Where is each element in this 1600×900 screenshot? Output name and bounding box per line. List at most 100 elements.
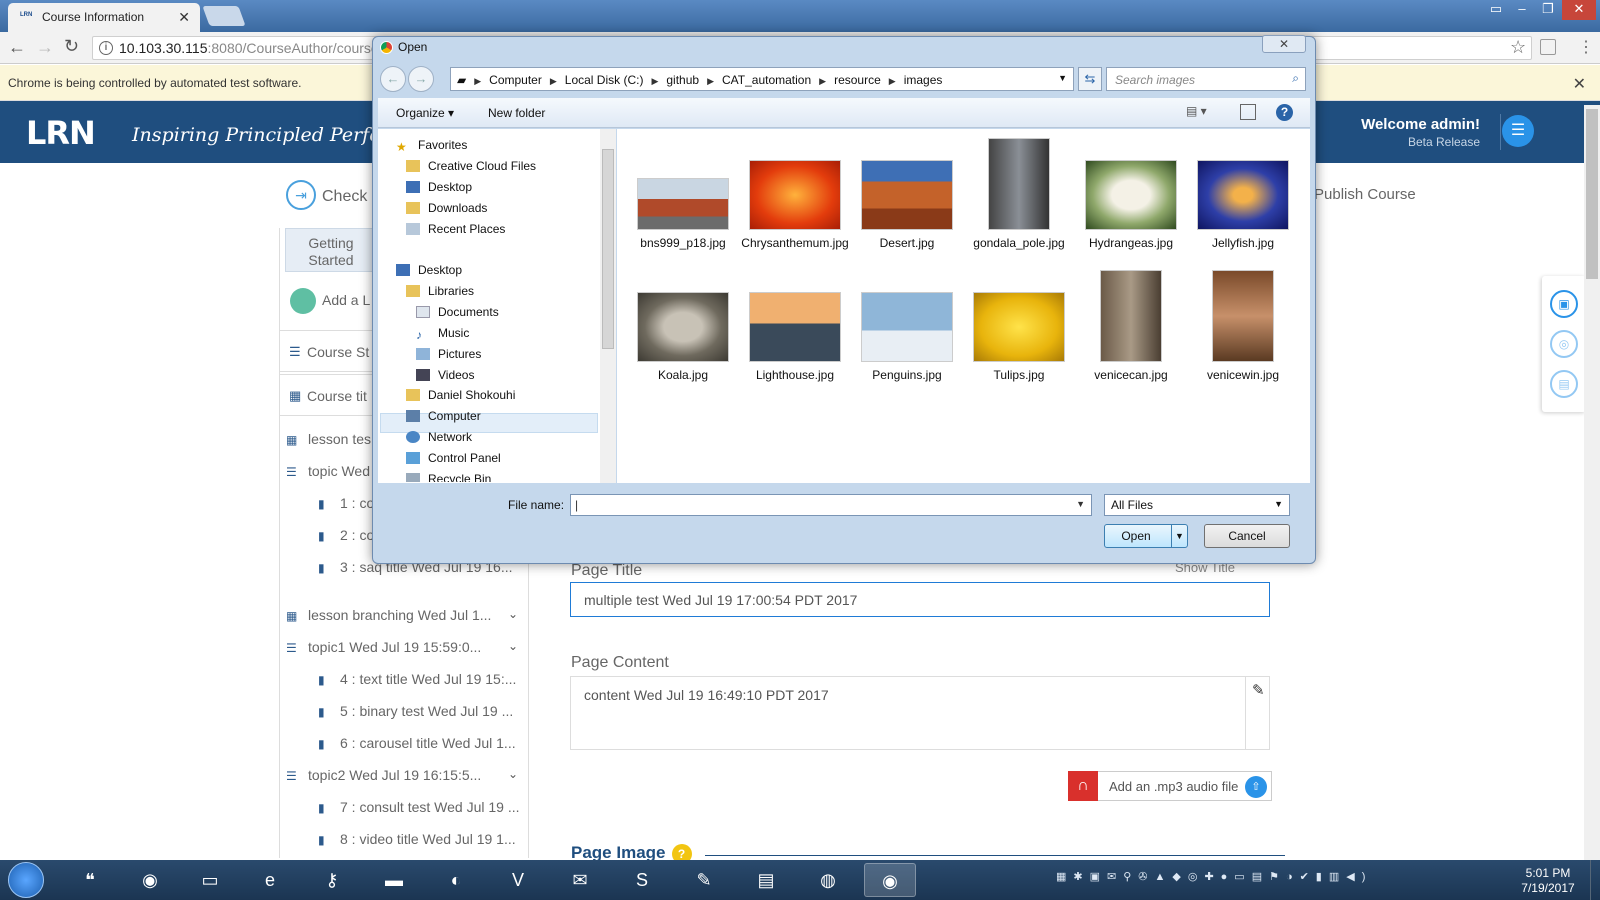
breadcrumb-item[interactable]: Local Disk (C:)	[565, 73, 644, 87]
close-tab-icon[interactable]: ✕	[178, 9, 190, 26]
chevron-down-icon[interactable]: ▼	[1058, 73, 1067, 83]
nav-user-folder[interactable]: Daniel Shokouhi	[406, 388, 515, 408]
nav-favorites[interactable]: ★ Favorites	[396, 138, 467, 158]
close-infobar-icon[interactable]: ✕	[1573, 74, 1586, 94]
sidebar-page-row[interactable]: ▮ 4 : text title Wed Jul 19 15:...	[286, 664, 526, 694]
nav-creative-cloud[interactable]: Creative Cloud Files	[406, 159, 536, 179]
nav-recycle-bin[interactable]: Recycle Bin	[406, 472, 491, 482]
dialog-close-button[interactable]: ✕	[1262, 35, 1306, 53]
file-item[interactable]: Chrysanthemum.jpg	[740, 160, 850, 250]
file-item[interactable]: gondala_pole.jpg	[964, 138, 1074, 250]
nav-recent-places[interactable]: Recent Places	[406, 222, 505, 242]
chart-app-icon[interactable]: ▤	[740, 863, 792, 897]
show-desktop-button[interactable]	[1590, 860, 1600, 900]
check-in-icon[interactable]: ⇥	[286, 180, 316, 210]
page-title-input[interactable]: multiple test Wed Jul 19 17:00:54 PDT 20…	[570, 582, 1270, 617]
getting-started-tab[interactable]: Getting Started	[285, 228, 377, 272]
scrollbar-thumb[interactable]	[1586, 109, 1598, 279]
user-icon[interactable]: ▭	[1482, 0, 1510, 20]
start-button[interactable]	[8, 862, 44, 898]
nav-desktop-fav[interactable]: Desktop	[406, 180, 472, 200]
file-item[interactable]: Hydrangeas.jpg	[1076, 160, 1186, 250]
page-content-box[interactable]: content Wed Jul 19 16:49:10 PDT 2017	[570, 676, 1270, 750]
clock[interactable]: 5:01 PM 7/19/2017	[1510, 866, 1586, 896]
s-app-icon[interactable]: S	[616, 863, 668, 897]
open-button[interactable]: Open ▼	[1104, 524, 1188, 548]
internet-explorer-icon[interactable]: e	[244, 863, 296, 897]
bookmark-star-icon[interactable]: ☆	[1510, 37, 1526, 58]
sidebar-topic-row[interactable]: ☰ topic1 Wed Jul 19 15:59:0... ⌄	[286, 632, 526, 662]
breadcrumb-item[interactable]: github	[666, 73, 699, 87]
notes-icon[interactable]: ✎	[678, 863, 730, 897]
preview-icon[interactable]: ◎	[1550, 330, 1578, 358]
file-item[interactable]: venicewin.jpg	[1188, 270, 1298, 382]
breadcrumb-item[interactable]: resource	[834, 73, 881, 87]
hangouts-icon[interactable]: ❝	[64, 863, 116, 897]
back-arrow-icon[interactable]: ←	[8, 37, 26, 58]
change-view-icon[interactable]: ▤ ▾	[1186, 104, 1207, 118]
eclipse-icon[interactable]: ◍	[802, 863, 854, 897]
chrome-active-icon[interactable]: ◉	[864, 863, 916, 897]
file-type-select[interactable]: All Files ▼	[1104, 494, 1290, 516]
organize-button[interactable]: Organize ▾	[396, 106, 454, 120]
chevron-down-icon[interactable]: ⌄	[508, 767, 518, 781]
dialog-back-icon[interactable]: ←	[380, 66, 406, 92]
dialog-breadcrumb[interactable]: ▰ ▶ Computer ▶ Local Disk (C:) ▶ github ▶ CAT_au…	[450, 67, 1074, 91]
sidebar-page-row[interactable]: ▮ 7 : consult test Wed Jul 19 ...	[286, 792, 526, 822]
file-item[interactable]: Koala.jpg	[628, 292, 738, 382]
system-tray[interactable]: ▦✱▣✉⚲✇▲◆◎✚●▭▤⚑◑✔▮▥◀)	[1056, 870, 1496, 890]
sidebar-page-row[interactable]: ▮ 8 : video title Wed Jul 19 1...	[286, 824, 526, 854]
nav-network[interactable]: Network	[406, 430, 472, 450]
nav-downloads[interactable]: Downloads	[406, 201, 487, 221]
chevron-down-icon[interactable]: ▼	[1076, 499, 1085, 509]
nav-desktop[interactable]: Desktop	[396, 263, 462, 283]
nav-scrollbar[interactable]	[600, 129, 616, 483]
browser-tab[interactable]: LRN Course Information ✕	[8, 3, 200, 32]
file-item[interactable]: Penguins.jpg	[852, 292, 962, 382]
save-icon[interactable]: ▣	[1550, 290, 1578, 318]
reload-icon[interactable]: ↻	[64, 36, 79, 57]
hamburger-menu-icon[interactable]: ☰	[1502, 115, 1534, 147]
chevron-down-icon[interactable]: ⌄	[508, 607, 518, 621]
help-icon[interactable]: ?	[1276, 104, 1293, 121]
explorer-icon[interactable]: ▭	[184, 863, 236, 897]
forward-arrow-icon[interactable]: →	[36, 37, 54, 58]
terminal-icon[interactable]: ▬	[368, 863, 420, 897]
preview-pane-icon[interactable]	[1240, 104, 1256, 120]
export-icon[interactable]: ▤	[1550, 370, 1578, 398]
file-item[interactable]: Lighthouse.jpg	[740, 292, 850, 382]
file-item[interactable]: bns999_p18.jpg	[628, 178, 738, 250]
chrome-menu-icon[interactable]: ⋮	[1578, 37, 1594, 57]
firefox-icon[interactable]: ◐	[430, 863, 482, 897]
file-name-input[interactable]: | ▼	[570, 494, 1092, 516]
sidebar-lesson-row[interactable]: ▦ lesson branching Wed Jul 1... ⌄	[286, 600, 526, 630]
dialog-forward-icon[interactable]: →	[408, 66, 434, 92]
pencil-icon[interactable]: ✎	[1252, 681, 1265, 699]
close-window-button[interactable]: ✕	[1562, 0, 1596, 20]
site-info-icon[interactable]: i	[99, 41, 113, 55]
nav-documents[interactable]: Documents	[416, 305, 499, 325]
maximize-window-button[interactable]: ❐	[1534, 0, 1562, 20]
publish-course-link[interactable]: Publish Course	[1314, 186, 1416, 203]
minimize-window-button[interactable]: –	[1508, 0, 1536, 20]
sidebar-page-row[interactable]: ▮ 5 : binary test Wed Jul 19 ...	[286, 696, 526, 726]
keepass-icon[interactable]: ⚷	[306, 863, 358, 897]
file-item[interactable]: Tulips.jpg	[964, 292, 1074, 382]
file-item[interactable]: venicecan.jpg	[1076, 270, 1186, 382]
outlook-icon[interactable]: ✉	[554, 863, 606, 897]
nav-libraries[interactable]: Libraries	[406, 284, 474, 304]
nav-control-panel[interactable]: Control Panel	[406, 451, 501, 471]
breadcrumb-item[interactable]: CAT_automation	[722, 73, 811, 87]
nav-videos[interactable]: Videos	[416, 368, 474, 388]
refresh-icon[interactable]: ⇆	[1078, 67, 1102, 91]
search-images-input[interactable]: Search images ⌕	[1106, 67, 1306, 91]
file-item[interactable]: Jellyfish.jpg	[1188, 160, 1298, 250]
new-tab-button[interactable]	[202, 6, 246, 26]
check-label[interactable]: Check	[322, 188, 367, 206]
breadcrumb-item[interactable]: Computer	[489, 73, 542, 87]
cancel-button[interactable]: Cancel	[1204, 524, 1290, 548]
sidebar-topic-row[interactable]: ☰ topic2 Wed Jul 19 16:15:5... ⌄	[286, 760, 526, 790]
open-dropdown-icon[interactable]: ▼	[1171, 525, 1187, 547]
file-item[interactable]: Desert.jpg	[852, 160, 962, 250]
sidebar-page-row[interactable]: ▮ 6 : carousel title Wed Jul 1...	[286, 728, 526, 758]
